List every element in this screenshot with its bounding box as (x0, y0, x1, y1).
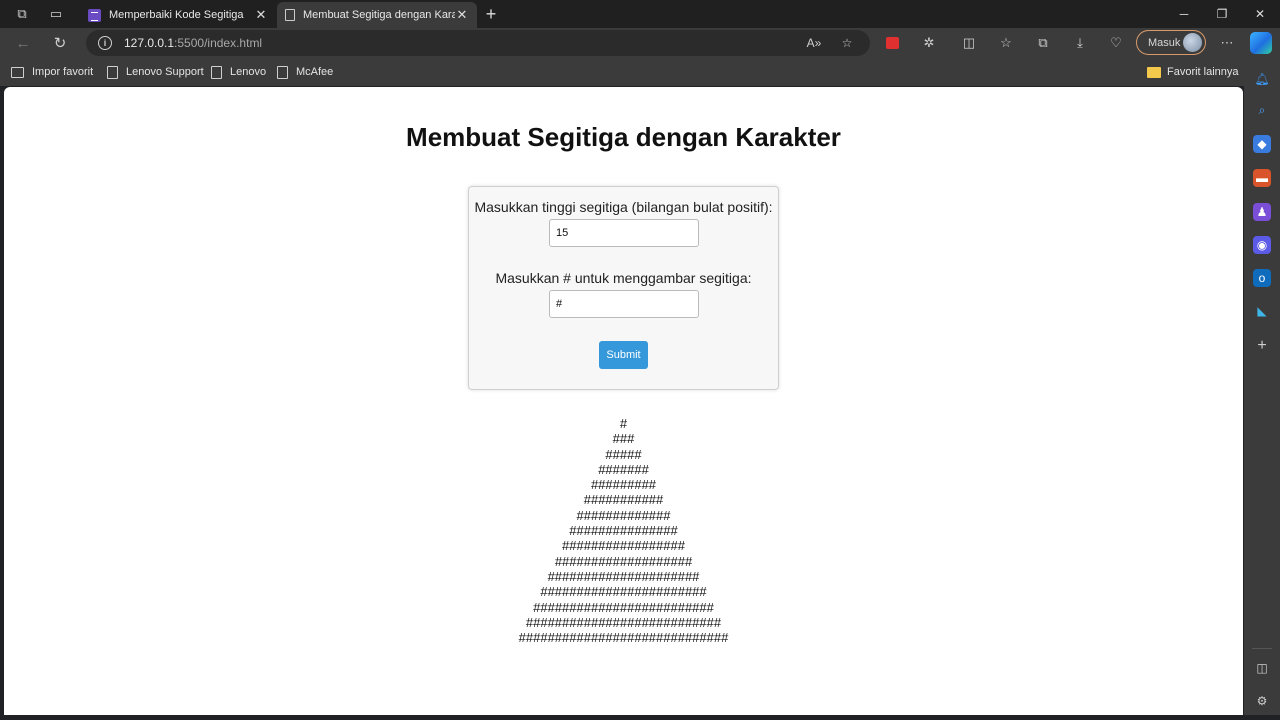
triangle-row: ##################### (547, 568, 700, 584)
triangle-row: ############### (569, 523, 678, 539)
tab-title: Membuat Segitiga dengan Karakter (303, 9, 455, 21)
fav-label: Lenovo (230, 66, 267, 78)
page-icon (277, 65, 288, 79)
copilot-icon[interactable] (1250, 32, 1272, 54)
triangle-form: Masukkan tinggi segitiga (bilangan bulat… (468, 186, 779, 390)
triangle-row: ########### (583, 492, 664, 508)
shopping-icon[interactable]: ◆ (1253, 135, 1271, 153)
triangle-row: ################### (554, 553, 693, 569)
tab-actions-icon[interactable]: ▭ (46, 4, 66, 24)
triangle-row: ################# (562, 538, 685, 554)
tools-icon[interactable]: ▬ (1253, 169, 1271, 187)
collections-icon[interactable]: ⧉ (1032, 32, 1054, 54)
mcafee-extension-icon[interactable] (881, 32, 903, 54)
fav-import[interactable]: Impor favorit (11, 64, 93, 80)
minimize-icon[interactable]: ─ (1172, 3, 1196, 25)
fav-label: Impor favorit (32, 66, 94, 78)
submit-button[interactable]: Submit (599, 341, 648, 369)
fav-label: Lenovo Support (126, 66, 204, 78)
fav-mcafee[interactable]: McAfee (277, 64, 333, 80)
tab-membuat-segitiga[interactable]: Membuat Segitiga dengan Karakter ✕ (277, 2, 477, 28)
signin-label: Masuk (1148, 36, 1181, 49)
edge-sidebar: 🔔︎ ⌕ ◆ ▬ ♟ ◉ o ◣ + ◫ ⚙ (1244, 58, 1280, 720)
triangle-row: ############################# (518, 630, 729, 646)
triangle-row: ##### (605, 446, 642, 462)
notifications-icon[interactable]: 🔔︎ (1253, 70, 1271, 88)
char-label: Masukkan # untuk menggambar segitiga: (495, 270, 752, 286)
import-icon (11, 66, 24, 78)
maximize-icon[interactable]: ❐ (1210, 3, 1234, 25)
outlook-icon[interactable]: o (1253, 269, 1271, 287)
page-icon (211, 65, 222, 79)
extensions-icon[interactable]: ✲ (918, 32, 940, 54)
folder-icon (1147, 66, 1161, 78)
refresh-icon[interactable]: ↻ (49, 32, 71, 54)
url-host: 127.0.0.1 (124, 36, 175, 50)
triangle-row: # (619, 416, 628, 431)
split-screen-icon[interactable]: ◫ (958, 32, 980, 54)
page-viewport: Membuat Segitiga dengan Karakter Masukka… (4, 87, 1243, 715)
tab-title: Memperbaiki Kode Segitiga (109, 9, 244, 21)
height-label: Masukkan tinggi segitiga (bilangan bulat… (474, 199, 773, 215)
triangle-row: ### (612, 431, 635, 447)
triangle-row: ######### (590, 477, 657, 493)
form-favicon-icon (88, 8, 101, 22)
address-bar[interactable]: i 127.0.0.1:5500/index.html A» ☆ (86, 30, 870, 56)
sidebar-divider (1252, 648, 1272, 649)
fav-lenovo[interactable]: Lenovo (211, 64, 266, 80)
close-window-icon[interactable]: ✕ (1248, 3, 1272, 25)
hide-sidebar-icon[interactable]: ◫ (1253, 659, 1271, 677)
height-input[interactable] (549, 219, 699, 247)
fav-label: Favorit lainnya (1167, 66, 1239, 78)
triangle-row: ########################### (525, 614, 722, 630)
triangle-row: ####### (598, 461, 649, 477)
close-icon[interactable]: ✕ (254, 7, 268, 23)
browser-essentials-icon[interactable]: ♡ (1105, 32, 1127, 54)
char-input[interactable] (549, 290, 699, 318)
favorites-bar: Impor favorit Lenovo Support Lenovo McAf… (0, 58, 1280, 86)
fav-label: McAfee (296, 66, 334, 78)
triangle-output: # ### ##### ####### ######### ########### ####… (4, 416, 1243, 645)
close-icon[interactable]: ✕ (455, 7, 469, 23)
fav-lenovo-support[interactable]: Lenovo Support (107, 64, 204, 80)
new-tab-icon[interactable]: + (481, 3, 501, 25)
back-icon[interactable]: ← (12, 32, 34, 54)
tab-strip: ⧉ ▭ Memperbaiki Kode Segitiga ✕ Membuat … (0, 0, 1280, 28)
browser-toolbar: ← ↻ i 127.0.0.1:5500/index.html A» ☆ ✲ ◫… (0, 28, 1280, 58)
add-sidebar-app-icon[interactable]: + (1253, 337, 1271, 355)
triangle-row: ######################### (533, 599, 714, 615)
page-icon (107, 65, 118, 79)
other-favorites[interactable]: Favorit lainnya (1147, 64, 1239, 80)
avatar (1183, 33, 1202, 52)
settings-icon[interactable]: ⚙ (1253, 692, 1271, 710)
signin-button[interactable]: Masuk (1136, 30, 1206, 55)
downloads-icon[interactable]: ⤓ (1069, 32, 1091, 54)
triangle-row: ####################### (540, 584, 707, 600)
search-icon[interactable]: ⌕ (1253, 101, 1271, 119)
more-options-icon[interactable]: ⋯ (1216, 32, 1238, 54)
drop-icon[interactable]: ◣ (1253, 302, 1271, 320)
games-icon[interactable]: ♟ (1253, 203, 1271, 221)
favorite-star-icon[interactable]: ☆ (838, 34, 856, 52)
site-info-icon[interactable]: i (98, 36, 112, 50)
page-title: Membuat Segitiga dengan Karakter (406, 122, 841, 152)
url-path: :5500/index.html (174, 36, 263, 50)
tab-memperbaiki[interactable]: Memperbaiki Kode Segitiga ✕ (80, 2, 276, 28)
workspaces-icon[interactable]: ⧉ (12, 4, 32, 24)
microsoft365-icon[interactable]: ◉ (1253, 236, 1271, 254)
url-text[interactable]: 127.0.0.1:5500/index.html (124, 36, 262, 50)
triangle-row: ############# (576, 507, 671, 523)
read-aloud-icon[interactable]: A» (805, 34, 823, 52)
window-bottom-edge (0, 715, 1280, 720)
page-favicon-icon (285, 9, 295, 21)
favorites-icon[interactable]: ☆ (995, 32, 1017, 54)
